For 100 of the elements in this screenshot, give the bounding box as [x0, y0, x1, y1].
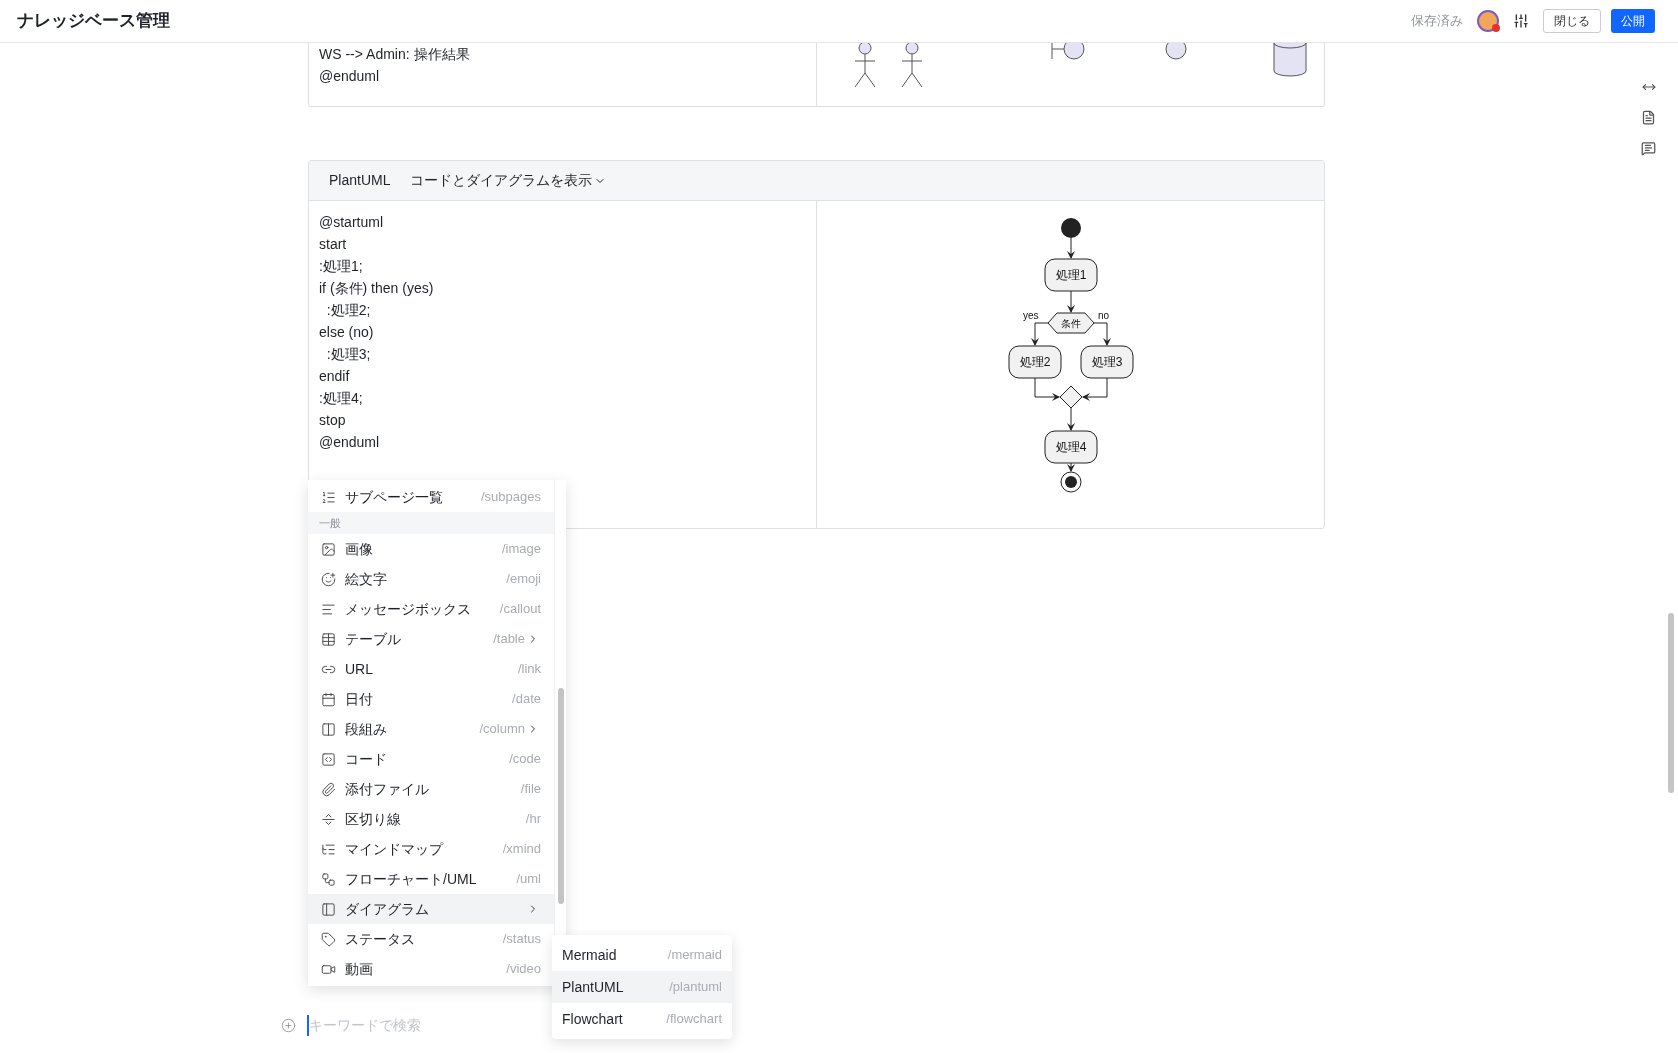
menu-item-icon	[321, 901, 336, 917]
view-mode-dropdown[interactable]: コードとダイアグラムを表示	[410, 170, 607, 191]
command-hint: /code	[509, 750, 541, 769]
page-title: ナレッジベース管理	[17, 10, 170, 33]
code-line: @enduml	[319, 433, 381, 452]
branch-label: yes	[1022, 310, 1039, 321]
code-line: :処理4;	[319, 389, 364, 408]
section-header: 一般	[308, 512, 554, 534]
code-line: :処理2;	[325, 301, 372, 320]
menu-item[interactable]: URL /link	[308, 654, 554, 684]
code-line: :処理1;	[319, 257, 364, 276]
menu-item[interactable]: 区切り線 /hr	[308, 804, 554, 834]
menu-item[interactable]: ダイアグラム	[308, 894, 554, 924]
menu-item-icon	[321, 871, 336, 887]
code-line: @enduml	[319, 67, 381, 86]
command-hint: /status	[502, 930, 541, 949]
code-line: start	[319, 235, 348, 254]
scrollbar-thumb[interactable]	[558, 688, 564, 904]
menu-item-label: 日付	[345, 689, 373, 709]
command-hint: /date	[512, 690, 541, 709]
menu-item[interactable]: 動画 /video	[308, 954, 554, 984]
flow-arrow	[1034, 377, 1060, 401]
menu-item-label: ダイアグラム	[345, 899, 429, 919]
menu-item[interactable]: 日付 /date	[308, 684, 554, 714]
command-hint: /image	[501, 540, 541, 559]
menu-item-label: 区切り線	[345, 809, 401, 829]
menu-item-label: マインドマップ	[345, 839, 443, 859]
merge-node	[1059, 385, 1082, 409]
command-hint: /video	[506, 960, 541, 979]
outline-icon[interactable]	[1641, 110, 1656, 125]
menu-item-icon	[321, 931, 336, 947]
submenu-item[interactable]: Mermaid /mermaid	[552, 939, 732, 971]
menu-item[interactable]: メッセージボックス /callout	[308, 594, 554, 624]
settings-icon[interactable]	[1513, 13, 1529, 29]
command-hint: /column	[479, 720, 525, 739]
menu-item-label: テーブル	[345, 629, 401, 649]
node-label: 処理2	[1019, 355, 1050, 369]
comment-icon[interactable]	[1641, 141, 1656, 156]
node-label: 処理4	[1055, 440, 1086, 454]
menu-item-icon	[321, 601, 336, 617]
menu-item[interactable]: 添付ファイル /file	[308, 774, 554, 804]
command-hint: /uml	[516, 870, 541, 889]
menu-item-icon	[321, 691, 336, 707]
save-status: 保存済み	[1411, 12, 1463, 31]
command-hint: /flowchart	[666, 1010, 722, 1029]
flow-arrow	[1066, 290, 1075, 313]
flow-arrow	[1093, 322, 1111, 346]
menu-item-label: 添付ファイル	[345, 779, 429, 799]
menu-item[interactable]: フローチャート/UML /uml	[308, 864, 554, 894]
command-hint: /plantuml	[669, 978, 722, 997]
flow-arrow	[1066, 237, 1075, 259]
menu-item[interactable]: コード /code	[308, 744, 554, 774]
menu-item[interactable]: 画像 /image	[308, 534, 554, 564]
start-node	[1060, 218, 1081, 238]
menu-item-label: フローチャート/UML	[345, 869, 477, 889]
node-label: 処理3	[1091, 355, 1122, 369]
submenu-item[interactable]: Flowchart /flowchart	[552, 1003, 732, 1035]
menu-item-icon	[321, 541, 336, 557]
menu-item[interactable]: 絵文字 /emoji	[308, 564, 554, 594]
close-button[interactable]: 閉じる	[1543, 9, 1601, 33]
command-hint: /table	[493, 630, 525, 649]
menu-item-icon	[321, 721, 336, 737]
submenu-item[interactable]: PlantUML /plantuml	[552, 971, 732, 1003]
command-hint: /callout	[499, 600, 541, 619]
command-hint: /subpages	[481, 488, 541, 507]
page-scrollbar[interactable]	[1668, 613, 1674, 793]
avatar-icon[interactable]	[1477, 10, 1499, 32]
menu-item[interactable]: マインドマップ /xmind	[308, 834, 554, 864]
menu-item[interactable]: サブページ一覧 /subpages	[308, 482, 554, 512]
condition-label: 条件	[1060, 318, 1081, 329]
command-hint: /xmind	[502, 840, 541, 859]
code-line: :処理3;	[325, 345, 372, 364]
menu-item-label: 画像	[345, 539, 373, 559]
flow-arrow	[1081, 377, 1107, 401]
menu-item[interactable]: ステータス /status	[308, 924, 554, 954]
flow-arrow	[1066, 462, 1075, 472]
command-hint: /file	[520, 780, 541, 799]
menu-item-icon	[321, 571, 336, 587]
command-hint: /hr	[525, 810, 541, 829]
flow-arrow	[1030, 322, 1048, 346]
menu-item[interactable]: 段組み /column	[308, 714, 554, 744]
menu-item-icon	[321, 631, 336, 647]
activity-node	[1080, 345, 1133, 379]
publish-button[interactable]: 公開	[1611, 9, 1655, 33]
language-label[interactable]: PlantUML	[329, 170, 391, 191]
menu-item[interactable]: テーブル /table	[308, 624, 554, 654]
menu-item-label: 段組み	[345, 719, 387, 739]
search-field[interactable]: キーワードで検索	[307, 1014, 507, 1036]
activity-node	[1044, 430, 1097, 464]
menu-item-icon	[321, 751, 336, 767]
submenu-item-label: Mermaid	[562, 945, 617, 965]
code-line: if (条件) then (yes)	[319, 279, 435, 298]
activity-node	[1044, 258, 1097, 292]
menu-item-label: ステータス	[345, 929, 415, 949]
flow-arrow	[1066, 407, 1075, 431]
code-line: @startuml	[319, 213, 384, 232]
add-block-icon[interactable]	[281, 1017, 296, 1033]
menu-item-label: コード	[345, 749, 387, 769]
menu-item-label: URL	[345, 659, 373, 679]
decision-node	[1047, 312, 1094, 334]
